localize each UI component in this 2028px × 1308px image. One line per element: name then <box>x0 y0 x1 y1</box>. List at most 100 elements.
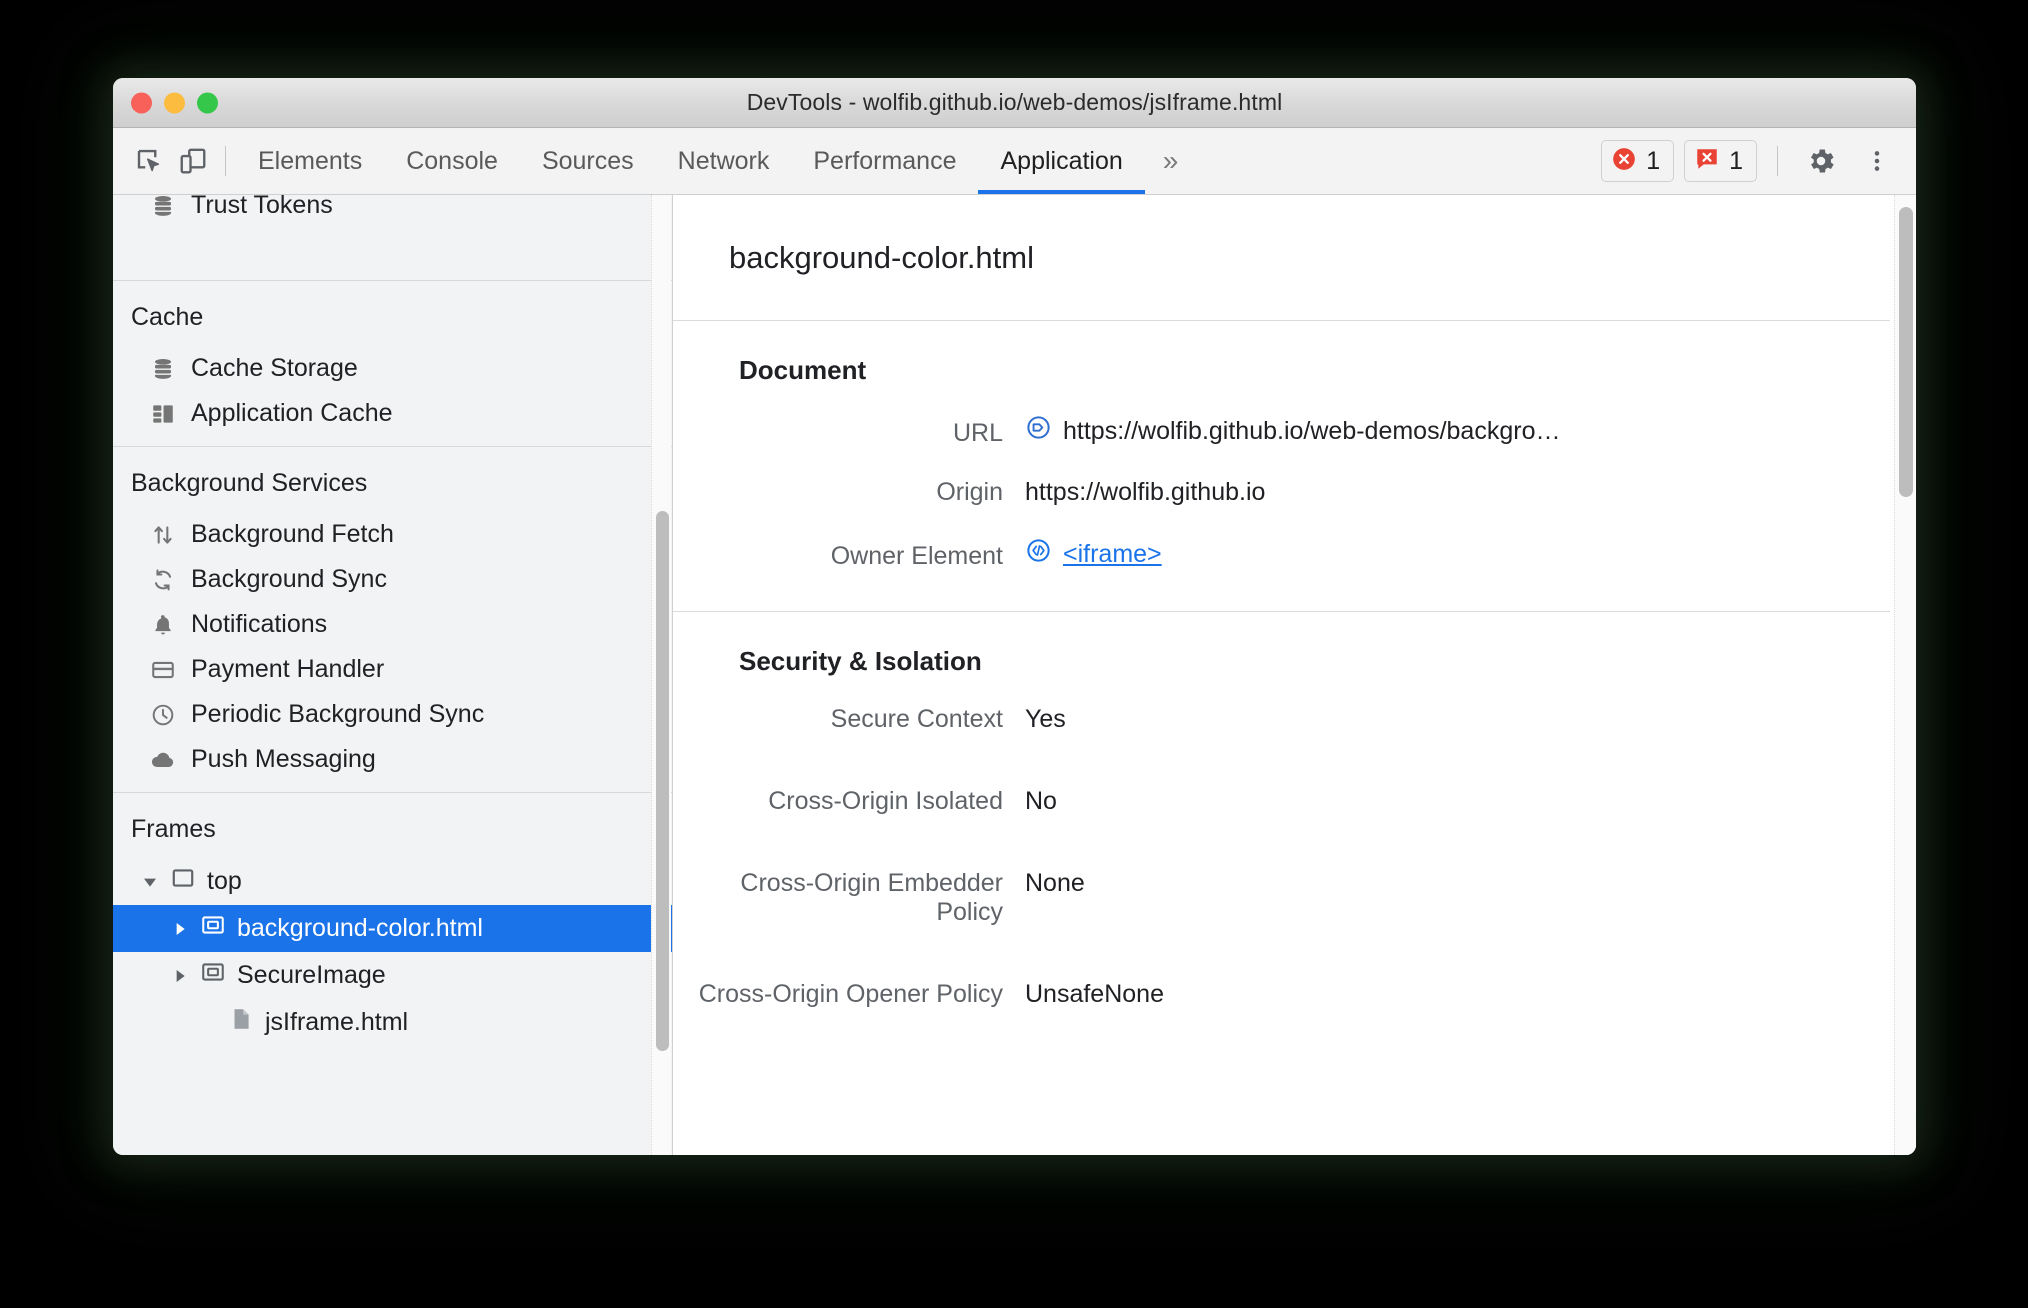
frame-details-panel: background-color.html Document URL https… <box>673 195 1916 1155</box>
inspect-element-icon[interactable] <box>127 139 171 183</box>
main-scrollbar-thumb[interactable] <box>1899 207 1913 497</box>
row-owner-element: Owner Element <iframe> <box>673 537 1890 571</box>
chevron-down-icon[interactable] <box>141 873 159 891</box>
origin-value: https://wolfib.github.io <box>1025 478 1266 506</box>
row-url: URL https://wolfib.github.io/web-demos/b… <box>673 414 1890 448</box>
cloud-icon <box>149 746 177 774</box>
arrows-up-down-icon <box>149 521 177 549</box>
document-icon <box>228 1006 254 1039</box>
error-circle-icon <box>1611 146 1637 177</box>
iframe-icon <box>200 959 226 992</box>
row-coep: Cross-Origin Embedder Policy None <box>673 869 1890 927</box>
section-title-frames: Frames <box>131 815 216 843</box>
row-label: Owner Element <box>830 542 1003 570</box>
sidebar-item-application-cache[interactable]: Application Cache <box>113 391 672 436</box>
sidebar-item-label: Background Sync <box>191 565 387 593</box>
frame-tree-label: top <box>207 867 242 895</box>
maximize-button[interactable] <box>197 92 218 113</box>
close-button[interactable] <box>131 92 152 113</box>
row-value: UnsafeNone <box>1025 980 1164 1008</box>
sync-icon <box>149 566 177 594</box>
row-value-group: https://wolfib.github.io/web-demos/backg… <box>1025 414 1560 448</box>
row-coop: Cross-Origin Opener Policy UnsafeNone <box>673 980 1890 1009</box>
toolbar-divider <box>225 146 226 176</box>
sidebar-item-trust-tokens[interactable]: Trust Tokens <box>113 195 672 228</box>
cache-section: Cache Cache Storage Application Cache <box>113 281 672 447</box>
page-title: background-color.html <box>673 195 1890 321</box>
sidebar-scrollbar-thumb[interactable] <box>656 511 669 1051</box>
frame-tree-label: jsIframe.html <box>265 1008 409 1036</box>
minimize-button[interactable] <box>164 92 185 113</box>
frame-tree-item-secureimage[interactable]: SecureImage <box>113 952 672 999</box>
window-title: DevTools - wolfib.github.io/web-demos/js… <box>746 89 1283 115</box>
row-label: URL <box>952 419 1003 447</box>
device-toolbar-icon[interactable] <box>171 139 215 183</box>
sidebar-item-push-messaging[interactable]: Push Messaging <box>113 737 672 782</box>
row-value: No <box>1025 787 1057 815</box>
row-secure-context: Secure Context Yes <box>673 705 1890 734</box>
application-sidebar[interactable]: Trust Tokens Cache Cache Storage Applica… <box>113 195 673 1155</box>
devtools-body: Trust Tokens Cache Cache Storage Applica… <box>113 195 1916 1155</box>
sidebar-item-label: Application Cache <box>191 399 393 427</box>
background-services-section: Background Services Background Fetch Bac… <box>113 447 672 793</box>
error-count-badge[interactable]: 1 <box>1601 140 1675 182</box>
tab-console[interactable]: Console <box>384 128 520 194</box>
row-cross-origin-isolated: Cross-Origin Isolated No <box>673 787 1890 816</box>
sidebar-item-payment-handler[interactable]: Payment Handler <box>113 647 672 692</box>
chevron-right-icon[interactable] <box>171 920 189 938</box>
url-value: https://wolfib.github.io/web-demos/backg… <box>1063 416 1561 445</box>
tab-elements[interactable]: Elements <box>236 128 384 194</box>
sidebar-item-periodic-background-sync[interactable]: Periodic Background Sync <box>113 692 672 737</box>
sidebar-item-label: Periodic Background Sync <box>191 700 485 728</box>
row-label: Cross-Origin Opener Policy <box>698 980 1003 1008</box>
frame-tree-label: background-color.html <box>237 914 483 942</box>
sidebar-item-cache-storage[interactable]: Cache Storage <box>113 346 672 391</box>
row-value-group[interactable]: <iframe> <box>1025 537 1162 571</box>
frames-section: Frames top background-color.html SecureI… <box>113 793 672 1056</box>
frame-tree-label: SecureImage <box>237 961 386 989</box>
url-tag-icon <box>1025 414 1052 448</box>
error-count: 1 <box>1646 146 1661 175</box>
row-label: Cross-Origin Isolated <box>768 787 1003 815</box>
console-error-count: 1 <box>1729 146 1743 175</box>
frame-tree-item-top[interactable]: top <box>113 858 672 905</box>
kebab-menu-icon[interactable] <box>1854 138 1900 184</box>
panel-tabs: Elements Console Sources Network Perform… <box>236 128 1196 194</box>
console-error-badge[interactable]: 1 <box>1684 140 1757 182</box>
section-title-cache: Cache <box>131 303 204 331</box>
row-value: Yes <box>1025 705 1066 733</box>
iframe-icon <box>200 912 226 945</box>
frame-tree-item-background-color[interactable]: background-color.html <box>113 905 672 952</box>
sidebar-item-label: Trust Tokens <box>191 195 333 219</box>
row-value: None <box>1025 869 1085 897</box>
credit-card-icon <box>149 656 177 684</box>
sidebar-item-background-fetch[interactable]: Background Fetch <box>113 512 672 557</box>
row-label: Secure Context <box>830 705 1003 733</box>
sidebar-item-notifications[interactable]: Notifications <box>113 602 672 647</box>
document-section: Document URL https://wolfib.github.io/we… <box>673 321 1890 612</box>
section-title-background-services: Background Services <box>131 469 368 497</box>
window-controls <box>131 92 218 113</box>
sidebar-item-label: Payment Handler <box>191 655 385 683</box>
row-value-group: https://wolfib.github.io <box>1025 478 1265 507</box>
more-tabs-icon[interactable]: » <box>1145 128 1197 194</box>
row-origin: Origin https://wolfib.github.io <box>673 478 1890 507</box>
sidebar-item-background-sync[interactable]: Background Sync <box>113 557 672 602</box>
gear-icon[interactable] <box>1798 138 1844 184</box>
row-label: Cross-Origin Embedder Policy <box>740 869 1003 926</box>
window-titlebar: DevTools - wolfib.github.io/web-demos/js… <box>113 78 1916 128</box>
owner-element-link[interactable]: <iframe> <box>1063 540 1162 569</box>
main-scrollbar-track[interactable] <box>1894 195 1916 1155</box>
database-icon <box>149 355 177 383</box>
frame-tree-item-jsiframe[interactable]: jsIframe.html <box>113 999 672 1046</box>
tab-application[interactable]: Application <box>978 128 1146 194</box>
toolbar-divider-2 <box>1777 146 1778 176</box>
tab-network[interactable]: Network <box>656 128 792 194</box>
sidebar-scrollbar-track[interactable] <box>651 195 671 1155</box>
error-message-icon <box>1694 146 1720 177</box>
tab-sources[interactable]: Sources <box>520 128 656 194</box>
chevron-right-icon[interactable] <box>171 967 189 985</box>
sidebar-item-label: Push Messaging <box>191 745 376 773</box>
storage-section-partial: Trust Tokens <box>113 195 672 281</box>
tab-performance[interactable]: Performance <box>791 128 978 194</box>
